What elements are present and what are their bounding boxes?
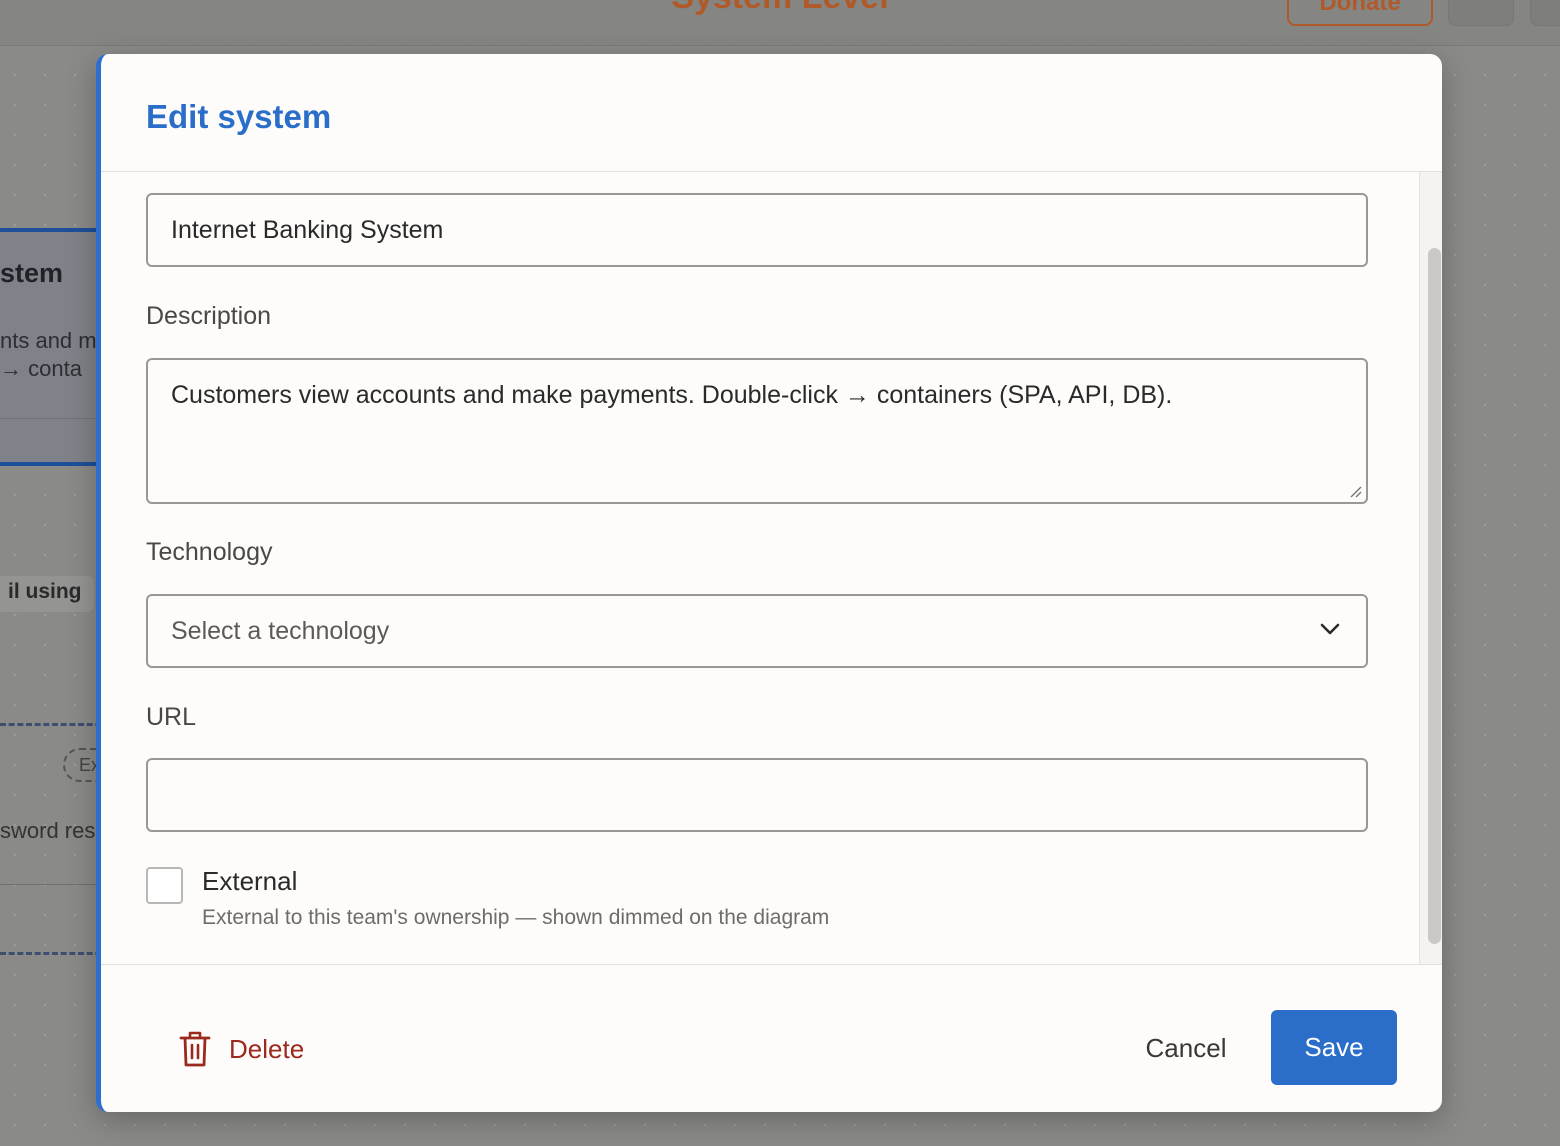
trash-icon: [179, 1031, 211, 1067]
donate-button[interactable]: Donate: [1287, 0, 1433, 26]
name-input[interactable]: Internet Banking System: [146, 193, 1368, 267]
dialog-header: Edit system: [101, 54, 1442, 172]
background-boundary-text: sword res: [0, 818, 96, 843]
background-card-text-2: → conta: [0, 356, 82, 381]
dialog-footer: Delete Cancel Save: [101, 964, 1442, 1112]
background-card-title: stem: [0, 258, 64, 288]
delete-button[interactable]: Delete: [179, 1027, 304, 1071]
background-card-text: nts and m: [0, 328, 97, 353]
cancel-button[interactable]: Cancel: [1121, 1020, 1251, 1076]
background-card-divider: [0, 418, 110, 419]
background-edge-label: il using: [0, 576, 94, 612]
external-label: External: [202, 866, 298, 896]
url-input[interactable]: [146, 758, 1368, 832]
header-icon-button[interactable]: [1448, 0, 1514, 26]
scrollbar-thumb[interactable]: [1428, 248, 1441, 944]
dialog-body: Internet Banking System Description Cust…: [101, 172, 1419, 964]
external-help-text: External to this team's ownership — show…: [202, 906, 830, 929]
save-button[interactable]: Save: [1271, 1010, 1397, 1085]
url-label: URL: [146, 703, 197, 731]
dialog-title: Edit system: [146, 98, 332, 135]
resize-grip-icon[interactable]: [1348, 484, 1362, 498]
technology-label: Technology: [146, 538, 273, 566]
description-label: Description: [146, 302, 272, 330]
app-header: System Level Donate: [0, 0, 1560, 46]
delete-label: Delete: [229, 1033, 305, 1064]
dialog-scrollbar[interactable]: [1419, 172, 1442, 964]
description-textarea[interactable]: Customers view accounts and make payment…: [146, 358, 1368, 504]
technology-select[interactable]: Select a technology: [146, 594, 1368, 668]
app-title: System Level: [640, 0, 920, 17]
edit-system-dialog: Edit system Internet Banking System Desc…: [96, 54, 1442, 1112]
header-icon-button-2[interactable]: [1530, 0, 1560, 26]
chevron-down-icon: [1320, 623, 1340, 635]
external-checkbox[interactable]: [146, 867, 183, 904]
technology-placeholder: Select a technology: [171, 617, 390, 645]
background-system-card[interactable]: stem nts and m → conta: [0, 228, 110, 466]
background-boundary-divider: [0, 884, 110, 885]
background-external-boundary[interactable]: Ex sword res: [0, 723, 110, 955]
description-text: Customers view accounts and make payment…: [171, 381, 1173, 409]
